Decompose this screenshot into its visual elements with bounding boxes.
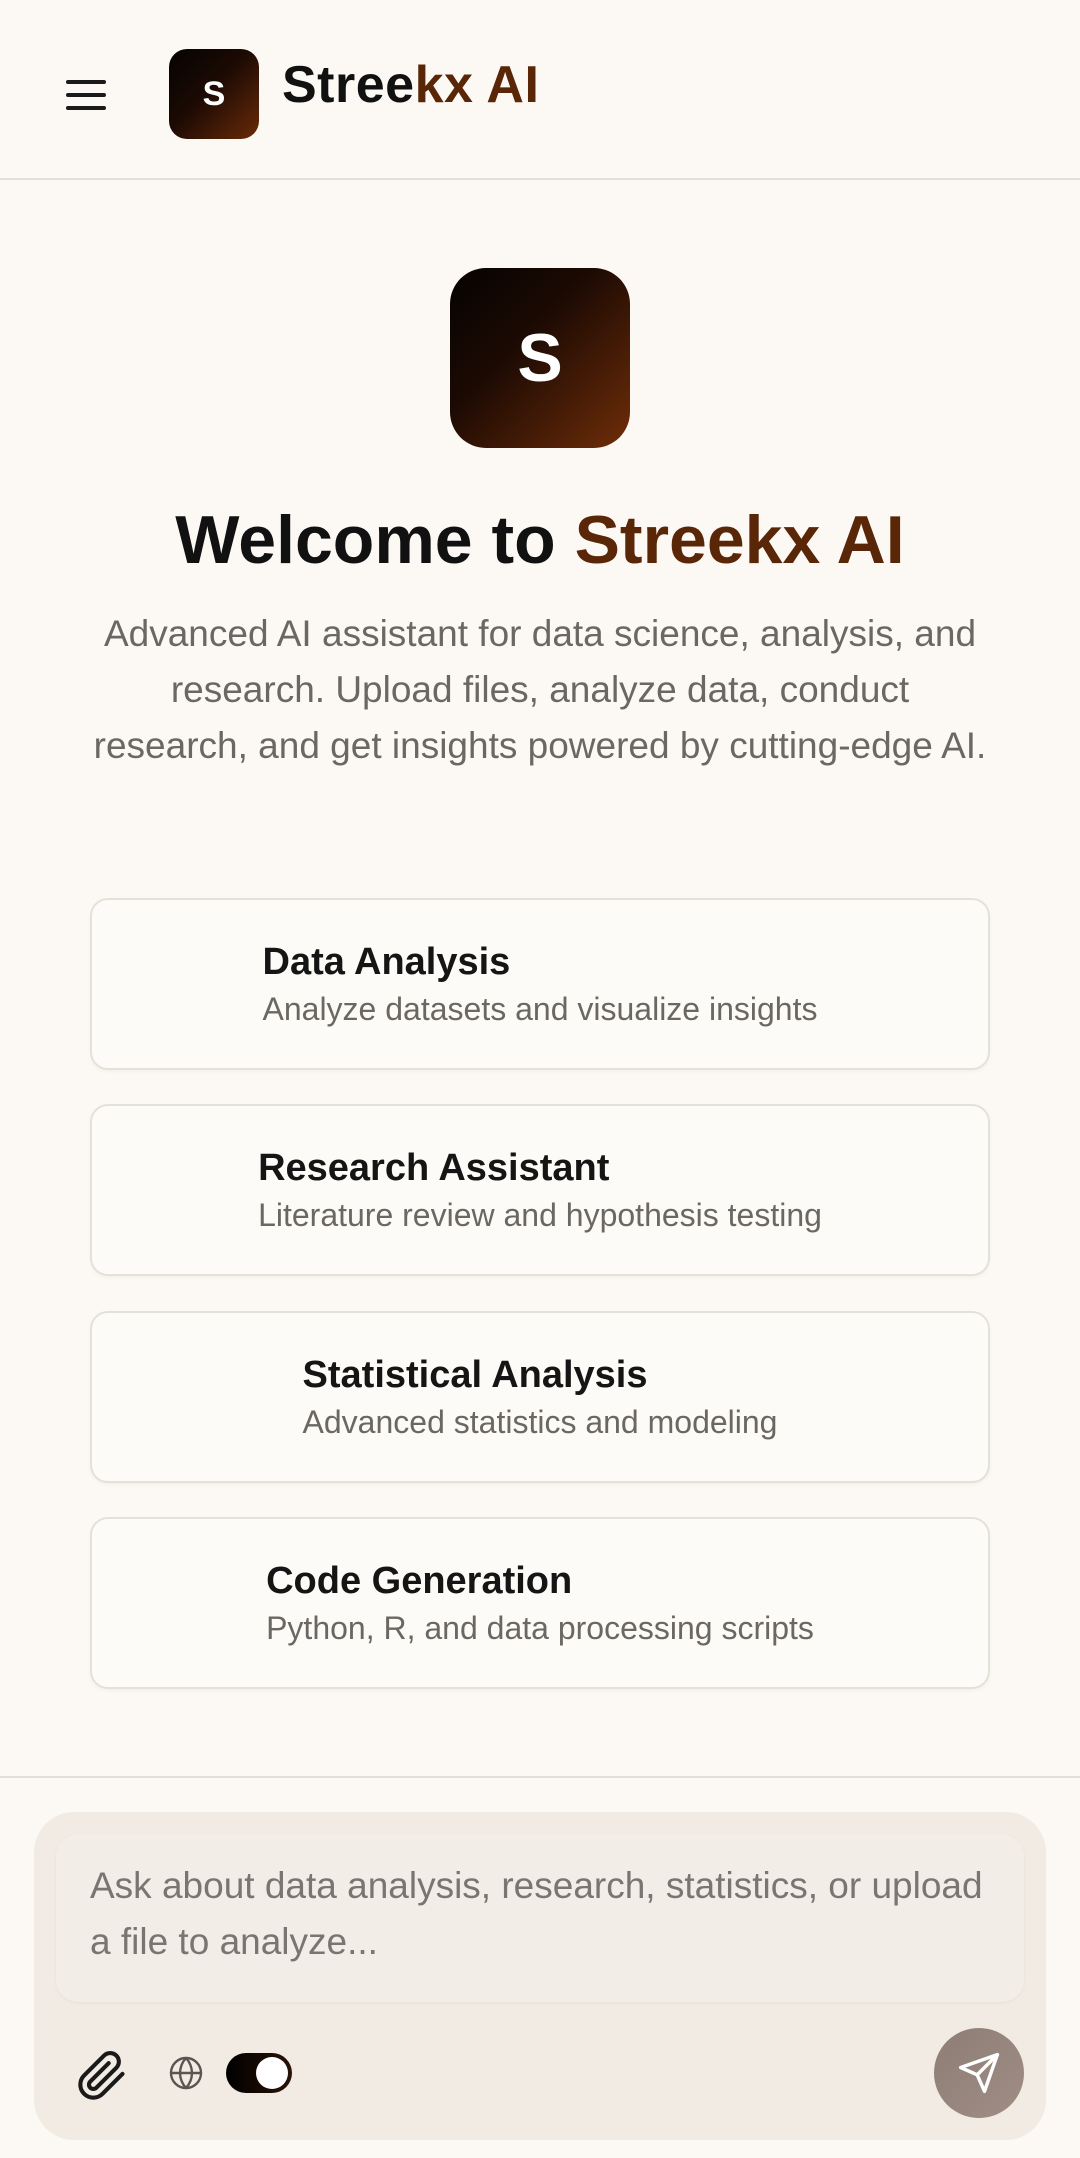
send-button[interactable] xyxy=(934,2028,1024,2118)
card-description: Analyze datasets and visualize insights xyxy=(262,991,818,1027)
hero-logo-letter: S xyxy=(517,320,563,396)
suggestion-card-code-generation[interactable]: Code Generation Python, R, and data proc… xyxy=(90,1517,990,1689)
card-title: Statistical Analysis xyxy=(302,1354,648,1396)
web-search-toggle[interactable] xyxy=(226,2053,292,2093)
card-content: Research Assistant Literature review and… xyxy=(258,1143,822,1237)
card-description: Literature review and hypothesis testing xyxy=(258,1197,822,1233)
app-title-part1: Stree xyxy=(282,56,415,114)
composer-divider xyxy=(0,1776,1080,1778)
paperclip-icon[interactable] xyxy=(76,2050,128,2102)
card-content: Code Generation Python, R, and data proc… xyxy=(266,1556,814,1650)
toggle-knob xyxy=(256,2057,288,2089)
card-title: Data Analysis xyxy=(262,941,511,983)
hamburger-menu-icon[interactable] xyxy=(64,78,108,112)
prompt-input[interactable] xyxy=(90,1858,990,1978)
welcome-brand: Streekx AI xyxy=(574,502,905,578)
card-title: Research Assistant xyxy=(258,1147,610,1189)
suggestion-card-data-analysis[interactable]: Data Analysis Analyze datasets and visua… xyxy=(90,898,990,1070)
app-screen: S Streekx AI S Welcome to Streekx AI Adv… xyxy=(0,0,1080,2158)
app-title-part2: kx AI xyxy=(414,56,540,114)
app-title: Streekx AI xyxy=(282,55,539,115)
suggestion-card-statistical-analysis[interactable]: Statistical Analysis Advanced statistics… xyxy=(90,1311,990,1483)
send-icon xyxy=(958,2052,1000,2094)
card-content: Statistical Analysis Advanced statistics… xyxy=(303,1350,778,1444)
prompt-box xyxy=(56,1834,1024,2002)
card-content: Data Analysis Analyze datasets and visua… xyxy=(263,937,818,1031)
globe-icon[interactable] xyxy=(168,2055,204,2091)
app-logo[interactable]: S xyxy=(169,49,259,139)
card-description: Advanced statistics and modeling xyxy=(302,1404,778,1440)
welcome-prefix: Welcome to xyxy=(175,502,575,578)
welcome-subtitle: Advanced AI assistant for data science, … xyxy=(93,613,987,766)
welcome-heading: Welcome to Streekx AI xyxy=(0,500,1080,580)
hero-logo: S xyxy=(450,268,630,448)
card-description: Python, R, and data processing scripts xyxy=(266,1610,814,1646)
suggestion-card-research-assistant[interactable]: Research Assistant Literature review and… xyxy=(90,1104,990,1276)
logo-letter: S xyxy=(202,74,226,113)
card-title: Code Generation xyxy=(266,1560,573,1602)
top-app-bar: S Streekx AI xyxy=(0,0,1080,180)
